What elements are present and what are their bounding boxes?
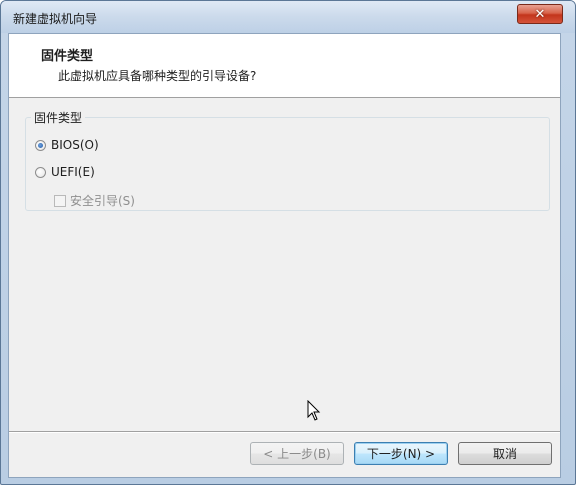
next-button[interactable]: 下一步(N) >: [354, 442, 448, 465]
group-legend: 固件类型: [31, 109, 86, 126]
bios-label: BIOS(O): [51, 138, 99, 152]
secure-boot-checkbox[interactable]: [54, 194, 66, 207]
window-title: 新建虚拟机向导: [13, 12, 98, 26]
secure-boot-option[interactable]: 安全引导(S): [54, 192, 135, 209]
bios-option[interactable]: BIOS(O): [35, 138, 99, 152]
mouse-pointer-icon: [307, 400, 321, 421]
page-subtitle: 此虚拟机应具备哪种类型的引导设备?: [58, 69, 257, 83]
uefi-label: UEFI(E): [51, 165, 95, 179]
wizard-header: 固件类型 此虚拟机应具备哪种类型的引导设备?: [9, 34, 560, 98]
wizard-window: 新建虚拟机向导 ✕ 固件类型 此虚拟机应具备哪种类型的引导设备? 固件类型 BI…: [0, 0, 576, 485]
secure-boot-label: 安全引导(S): [70, 194, 135, 208]
close-button[interactable]: ✕: [517, 4, 563, 24]
close-icon: ✕: [534, 6, 546, 22]
wizard-client-area: 固件类型 此虚拟机应具备哪种类型的引导设备? 固件类型 BIOS(O) UEFI…: [8, 33, 561, 478]
page-title: 固件类型: [41, 49, 94, 64]
uefi-radio[interactable]: [35, 166, 46, 178]
title-bar[interactable]: 新建虚拟机向导 ✕: [1, 1, 575, 33]
back-button[interactable]: < 上一步(B): [250, 442, 344, 465]
bios-radio[interactable]: [35, 139, 46, 151]
uefi-option[interactable]: UEFI(E): [35, 165, 95, 179]
footer-separator: [9, 431, 560, 433]
cancel-button[interactable]: 取消: [458, 442, 552, 465]
